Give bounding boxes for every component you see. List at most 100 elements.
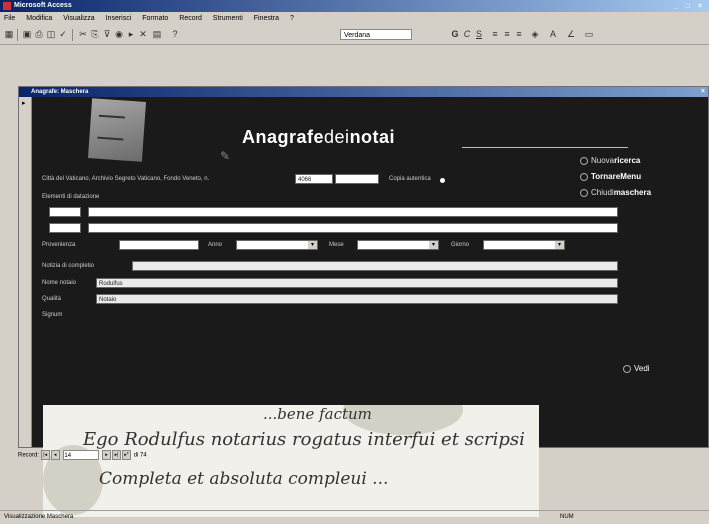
spelling-icon[interactable]: ✓	[58, 29, 68, 39]
radio-icon	[623, 364, 631, 373]
segnatura-extra-field[interactable]	[335, 174, 379, 184]
row2-code-field[interactable]	[49, 223, 81, 233]
align-right-icon[interactable]: ≡	[514, 29, 524, 39]
toolbar-separator	[72, 29, 73, 41]
help-icon[interactable]: ?	[170, 29, 180, 39]
nav-label: TornareMenu	[591, 172, 642, 181]
menu-inserisci[interactable]: Inserisci	[106, 15, 132, 22]
qualita-field[interactable]: Notaio	[96, 294, 618, 304]
menu-finestra[interactable]: Finestra	[254, 15, 279, 22]
last-record-button[interactable]: ▸|	[112, 450, 122, 460]
form-window: Anagrafe: Maschera × ▸ ✎ Anagrafedeinota…	[18, 86, 709, 517]
form-close-icon[interactable]: ×	[701, 87, 705, 97]
form-title-part: dei	[324, 127, 350, 147]
chevron-down-icon[interactable]: ▾	[555, 241, 564, 249]
menu-formato[interactable]: Formato	[142, 15, 168, 22]
record-total: di 74	[133, 452, 147, 459]
copia-autentica-checkbox[interactable]	[440, 178, 445, 183]
row1-text-field[interactable]	[88, 207, 618, 217]
bold-icon[interactable]: G	[450, 29, 460, 39]
vedi-signum-button[interactable]: Vedi	[623, 364, 650, 373]
mese-label: Mese	[329, 242, 344, 248]
border-icon[interactable]: ▭	[584, 29, 594, 39]
manuscript-line: Completa et absoluta compleui ...	[99, 469, 389, 489]
nome-notaio-label: Nome notaio	[42, 280, 77, 286]
elementi-label: Elementi di datazione	[42, 194, 100, 200]
toolbar-separator	[17, 29, 18, 41]
current-record-field[interactable]: 14	[63, 450, 100, 460]
nav-label: Chiudi	[591, 188, 614, 197]
menu-strumenti[interactable]: Strumenti	[213, 15, 243, 22]
anagrafe-form: ✎ Anagrafedeinotai Nuovaricerca TornareM…	[32, 97, 708, 447]
line-color-icon[interactable]: ∠	[566, 29, 576, 39]
form-window-title: Anagrafe: Maschera	[31, 89, 89, 95]
logo-mark	[97, 114, 125, 141]
underline-icon[interactable]: S	[474, 29, 484, 39]
radio-icon	[580, 172, 588, 181]
radio-icon	[580, 156, 588, 165]
status-num-indicator: NUM	[560, 514, 574, 520]
row1-code-field[interactable]	[49, 207, 81, 217]
find-icon[interactable]: ◉	[114, 29, 124, 39]
menu-help[interactable]: ?	[290, 15, 294, 22]
row2-text-field[interactable]	[88, 223, 618, 233]
qualita-label: Qualità	[42, 296, 62, 302]
menu-modifica[interactable]: Modifica	[26, 15, 52, 22]
chiudi-maschera-button[interactable]: Chiudimaschera	[580, 187, 660, 199]
app-title: Microsoft Access	[14, 2, 72, 9]
font-name-select[interactable]: Verdana	[340, 29, 412, 40]
form-title: Anagrafedeinotai	[242, 127, 395, 148]
copia-autentica-label: Copia autentica	[389, 176, 431, 182]
segnatura-field[interactable]: 4066	[295, 174, 333, 184]
chevron-down-icon[interactable]: ▾	[308, 241, 317, 249]
status-text: Visualizzazione Maschera	[4, 514, 74, 520]
giorno-select[interactable]: ▾	[483, 240, 565, 250]
manuscript-image: ...bene factum Ego Rodulfus notarius rog…	[43, 405, 539, 517]
next-record-button[interactable]: ▸	[102, 450, 112, 460]
chevron-down-icon[interactable]: ▾	[429, 241, 438, 249]
form-window-titlebar: Anagrafe: Maschera ×	[19, 87, 708, 97]
filter-icon[interactable]: ⊽	[102, 29, 112, 39]
nome-notaio-field[interactable]: Rodulfus	[96, 278, 618, 288]
save-icon[interactable]: ▣	[22, 29, 32, 39]
view-icon[interactable]: ▦	[4, 29, 14, 39]
app-titlebar: Microsoft Access _ □ ×	[0, 0, 709, 12]
seal-icon: ✎	[220, 149, 231, 163]
provenienza-field[interactable]	[119, 240, 199, 250]
fill-color-icon[interactable]: ◈	[530, 29, 540, 39]
mese-select[interactable]: ▾	[357, 240, 439, 250]
tornare-menu-button[interactable]: TornareMenu	[580, 171, 660, 183]
anno-select[interactable]: ▾	[236, 240, 318, 250]
vedi-label: Vedi	[634, 364, 650, 373]
align-left-icon[interactable]: ≡	[490, 29, 500, 39]
nuova-ricerca-button[interactable]: Nuovaricerca	[580, 155, 660, 167]
giorno-label: Giorno	[451, 242, 470, 248]
window-controls[interactable]: _ □ ×	[674, 1, 705, 13]
nav-label: ricerca	[614, 156, 641, 165]
current-record-value: 14	[64, 453, 72, 459]
delete-record-icon[interactable]: ✕	[138, 29, 148, 39]
sottoscrizione-field[interactable]	[132, 261, 618, 271]
database-window-icon[interactable]: ▤	[152, 29, 162, 39]
prev-record-button[interactable]: ◂	[50, 450, 60, 460]
menu-file[interactable]: File	[4, 15, 15, 22]
new-record-icon[interactable]: ▸	[126, 29, 136, 39]
menu-visualizza[interactable]: Visualizza	[63, 15, 94, 22]
font-color-icon[interactable]: A	[548, 29, 558, 39]
new-record-button[interactable]: ▸*	[122, 450, 132, 460]
print-icon[interactable]: ⎙	[34, 29, 44, 39]
record-selector[interactable]: ▸	[19, 97, 32, 447]
form-title-part: notai	[349, 127, 396, 147]
copy-icon[interactable]: ⎘	[90, 29, 100, 39]
cut-icon[interactable]: ✂	[78, 29, 88, 39]
nav-label: Nuova	[591, 156, 615, 165]
italic-icon[interactable]: C	[462, 29, 472, 39]
menu-record[interactable]: Record	[179, 15, 202, 22]
first-record-button[interactable]: |◂	[40, 450, 50, 460]
access-app-icon	[3, 2, 11, 10]
logo-image	[87, 98, 147, 162]
sottoscrizione-label: Notizia di completio	[42, 263, 95, 269]
provenienza-label: Provenienza	[42, 242, 76, 248]
align-center-icon[interactable]: ≡	[502, 29, 512, 39]
preview-icon[interactable]: ◫	[46, 29, 56, 39]
